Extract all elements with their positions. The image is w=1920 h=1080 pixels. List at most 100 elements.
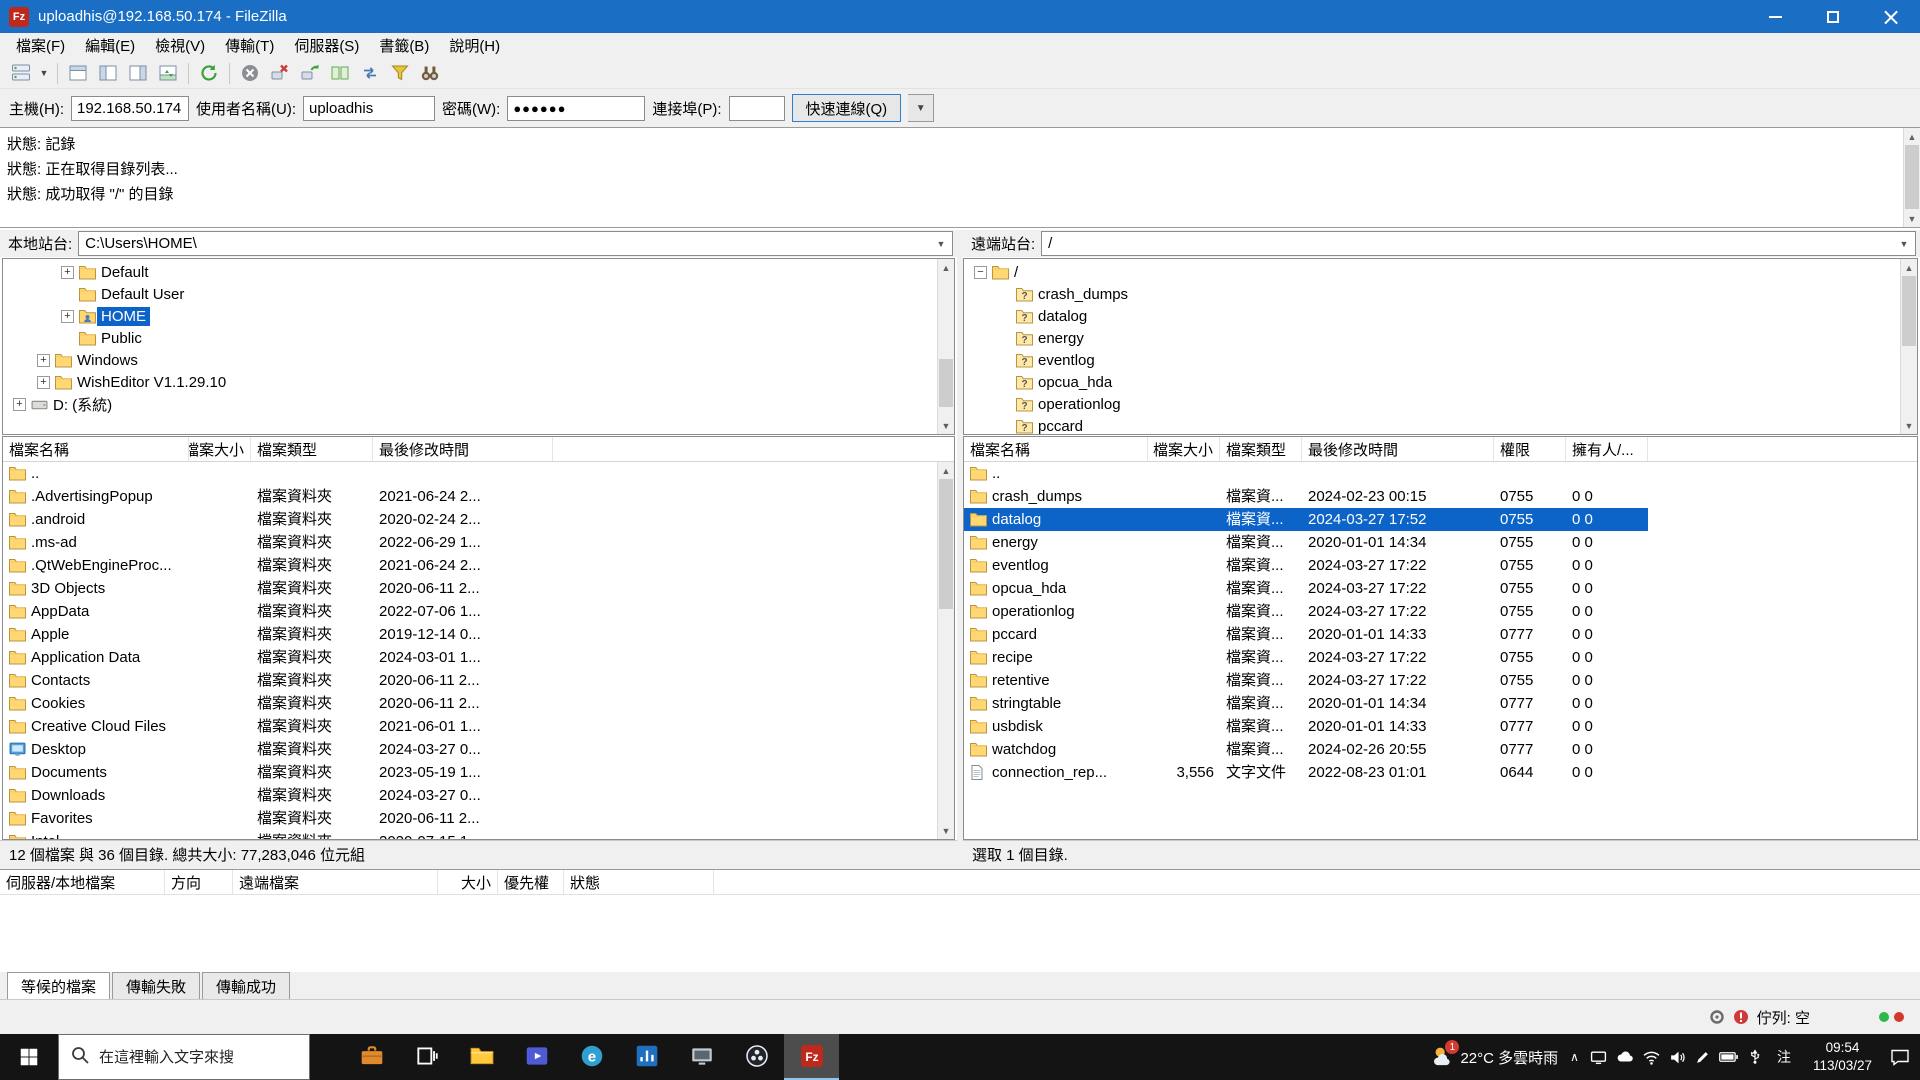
menu-view[interactable]: 檢視(V) [145, 32, 215, 59]
display-icon[interactable] [1590, 1049, 1607, 1066]
local-file-row[interactable]: .. [3, 462, 553, 485]
reconnect-button[interactable] [295, 60, 325, 87]
taskbar-remote-desktop[interactable] [674, 1034, 729, 1080]
menu-server[interactable]: 伺服器(S) [284, 32, 369, 59]
column-header[interactable]: 最後修改時間 [373, 437, 553, 461]
expand-icon[interactable]: + [37, 354, 50, 367]
local-tree-item[interactable]: +D: (系統) [3, 393, 954, 415]
remote-tree-item[interactable]: ?energy [964, 327, 1917, 349]
local-file-row[interactable]: Documents檔案資料夾2023-05-19 1... [3, 761, 553, 784]
remote-tree-item[interactable]: ?eventlog [964, 349, 1917, 371]
minimize-button[interactable] [1746, 0, 1804, 33]
column-header[interactable]: 權限 [1494, 437, 1566, 461]
local-file-row[interactable]: Desktop檔案資料夾2024-03-27 0... [3, 738, 553, 761]
collapse-icon[interactable]: − [974, 266, 987, 279]
remote-tree-scrollbar[interactable]: ▲ ▼ [1900, 259, 1917, 434]
local-file-row[interactable]: .ms-ad檔案資料夾2022-06-29 1... [3, 531, 553, 554]
battery-icon[interactable] [1719, 1051, 1738, 1063]
column-header[interactable]: 最後修改時間 [1302, 437, 1494, 461]
queue-column-header[interactable]: 狀態 [564, 870, 714, 894]
disconnect-button[interactable] [265, 60, 295, 87]
remote-file-row[interactable]: recipe檔案資...2024-03-27 17:2207550 0 [964, 646, 1648, 669]
password-input[interactable] [507, 96, 645, 121]
host-input[interactable] [71, 96, 189, 121]
local-file-row[interactable]: 3D Objects檔案資料夾2020-06-11 2... [3, 577, 553, 600]
local-tree-item[interactable]: +Default [3, 261, 954, 283]
remote-file-row[interactable]: opcua_hda檔案資...2024-03-27 17:2207550 0 [964, 577, 1648, 600]
local-file-row[interactable]: Downloads檔案資料夾2024-03-27 0... [3, 784, 553, 807]
remote-tree-item[interactable]: ?operationlog [964, 393, 1917, 415]
column-header[interactable]: 檔案大小 [1148, 437, 1220, 461]
scroll-up-icon[interactable]: ▲ [1901, 259, 1917, 276]
toggle-queue-button[interactable] [153, 60, 183, 87]
pen-icon[interactable] [1695, 1050, 1710, 1065]
remote-file-row[interactable]: watchdog檔案資...2024-02-26 20:5507770 0 [964, 738, 1648, 761]
action-center-icon[interactable] [1890, 1048, 1910, 1066]
log-scrollbar[interactable]: ▲ ▼ [1903, 128, 1920, 227]
chevron-down-icon[interactable]: ▼ [930, 239, 952, 249]
remote-file-row[interactable]: stringtable檔案資...2020-01-01 14:3407770 0 [964, 692, 1648, 715]
scroll-up-icon[interactable]: ▲ [938, 462, 954, 479]
alert-icon[interactable] [1733, 1009, 1749, 1025]
cancel-button[interactable] [235, 60, 265, 87]
usb-icon[interactable] [1747, 1049, 1763, 1065]
scroll-down-icon[interactable]: ▼ [938, 822, 954, 839]
remote-path-combobox[interactable]: / ▼ [1041, 231, 1916, 256]
queue-column-header[interactable]: 伺服器/本地檔案 [0, 870, 165, 894]
local-file-row[interactable]: Creative Cloud Files檔案資料夾2021-06-01 1... [3, 715, 553, 738]
toggle-message-log-button[interactable] [63, 60, 93, 87]
local-file-row[interactable]: AppData檔案資料夾2022-07-06 1... [3, 600, 553, 623]
quickconnect-button[interactable]: 快速連線(Q) [792, 94, 902, 122]
queue-column-header[interactable]: 遠端檔案 [233, 870, 438, 894]
menu-transfer[interactable]: 傳輸(T) [215, 32, 284, 59]
local-tree-item[interactable]: +Windows [3, 349, 954, 371]
remote-tree-item[interactable]: ?crash_dumps [964, 283, 1917, 305]
onedrive-icon[interactable] [1616, 1050, 1634, 1064]
sync-browsing-button[interactable] [355, 60, 385, 87]
queue-column-header[interactable]: 優先權 [498, 870, 564, 894]
local-file-row[interactable]: Intel檔案資料夾2020-07-15 1... [3, 830, 553, 840]
local-tree-item[interactable]: +HOME [3, 305, 954, 327]
directory-compare-button[interactable] [325, 60, 355, 87]
scroll-thumb[interactable] [1902, 276, 1916, 346]
taskbar-obs[interactable] [729, 1034, 784, 1080]
local-file-row[interactable]: Contacts檔案資料夾2020-06-11 2... [3, 669, 553, 692]
remote-file-row[interactable]: pccard檔案資...2020-01-01 14:3307770 0 [964, 623, 1648, 646]
refresh-button[interactable] [194, 60, 224, 87]
local-file-row[interactable]: Apple檔案資料夾2019-12-14 0... [3, 623, 553, 646]
scroll-down-icon[interactable]: ▼ [1904, 210, 1920, 227]
username-input[interactable] [303, 96, 435, 121]
local-file-row[interactable]: .android檔案資料夾2020-02-24 2... [3, 508, 553, 531]
maximize-button[interactable] [1804, 0, 1862, 33]
taskbar-stocks[interactable] [619, 1034, 674, 1080]
menu-help[interactable]: 說明(H) [439, 32, 510, 59]
expand-icon[interactable]: + [61, 266, 74, 279]
taskbar-movies-tv[interactable] [509, 1034, 564, 1080]
menu-file[interactable]: 檔案(F) [6, 32, 75, 59]
scroll-down-icon[interactable]: ▼ [938, 417, 954, 434]
taskbar-clock[interactable]: 09:54 113/03/27 [1813, 1039, 1872, 1074]
local-file-row[interactable]: .AdvertisingPopup檔案資料夾2021-06-24 2... [3, 485, 553, 508]
remote-tree-item[interactable]: ?datalog [964, 305, 1917, 327]
volume-icon[interactable] [1669, 1050, 1686, 1065]
queue-column-header[interactable]: 方向 [165, 870, 233, 894]
scroll-up-icon[interactable]: ▲ [1904, 128, 1920, 145]
column-header[interactable]: 擁有人/... [1566, 437, 1648, 461]
local-tree-scrollbar[interactable]: ▲ ▼ [937, 259, 954, 434]
local-file-row[interactable]: Application Data檔案資料夾2024-03-01 1... [3, 646, 553, 669]
remote-file-row[interactable]: connection_rep...3,556文字文件2022-08-23 01:… [964, 761, 1648, 784]
filter-button[interactable] [385, 60, 415, 87]
remote-file-row[interactable]: eventlog檔案資...2024-03-27 17:2207550 0 [964, 554, 1648, 577]
chevron-down-icon[interactable]: ▼ [1893, 239, 1915, 249]
remote-file-row[interactable]: operationlog檔案資...2024-03-27 17:2207550 … [964, 600, 1648, 623]
port-input[interactable] [729, 96, 785, 121]
quickconnect-dropdown-button[interactable]: ▼ [908, 94, 934, 122]
site-manager-button[interactable] [6, 60, 36, 87]
speed-limit-icon[interactable] [1709, 1009, 1725, 1025]
hidden-icons-chevron[interactable]: ∧ [1568, 1050, 1581, 1064]
scroll-thumb[interactable] [939, 359, 953, 407]
remote-tree-item[interactable]: ?pccard [964, 415, 1917, 435]
column-header[interactable]: 檔案名稱 [964, 437, 1148, 461]
remote-file-row[interactable]: .. [964, 462, 1648, 485]
queue-tab[interactable]: 傳輸失敗 [112, 972, 200, 1001]
